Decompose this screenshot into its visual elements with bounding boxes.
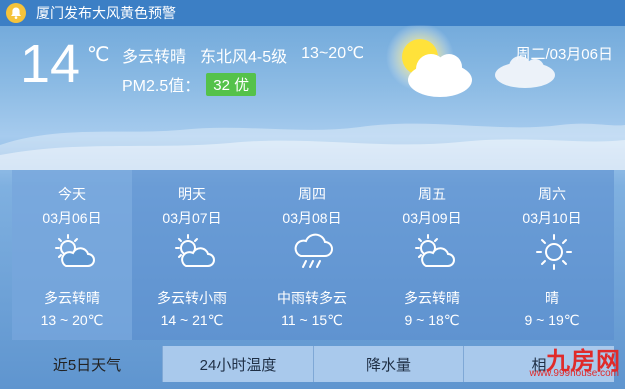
day-condition: 晴	[545, 290, 559, 306]
day-date: 03月09日	[402, 210, 462, 226]
day-condition: 多云转小雨	[157, 290, 227, 306]
forecast-day[interactable]: 周六 03月10日 晴 9 ~ 19℃	[492, 170, 612, 340]
day-temperature-range: 9 ~ 19℃	[524, 312, 580, 328]
current-condition: 多云转晴	[122, 49, 187, 66]
day-condition: 多云转晴	[44, 290, 100, 306]
tab-5-day-weather[interactable]: 近5日天气	[12, 346, 162, 382]
day-temperature-range: 9 ~ 18℃	[404, 312, 460, 328]
day-date: 03月10日	[522, 210, 582, 226]
day-date: 03月08日	[282, 210, 342, 226]
bell-icon	[6, 3, 26, 23]
forecast-day[interactable]: 周五 03月09日 多云转晴 9 ~ 18℃	[372, 170, 492, 340]
day-name: 周六	[538, 186, 566, 202]
day-temperature-range: 14 ~ 21℃	[160, 312, 224, 328]
day-name: 周五	[418, 186, 446, 202]
rain-icon	[294, 233, 333, 268]
forecast-day[interactable]: 今天 03月06日 多云转晴 13 ~ 20℃	[12, 170, 132, 340]
current-range: 13~20℃	[301, 45, 365, 62]
day-name: 周四	[298, 186, 326, 202]
sun-icon	[536, 234, 572, 270]
day-date: 03月07日	[162, 210, 222, 226]
tab-precipitation[interactable]: 降水量	[313, 346, 463, 382]
current-temperature: 14	[20, 34, 81, 94]
partly-cloudy-icon	[415, 234, 455, 267]
day-condition: 多云转晴	[404, 290, 460, 306]
day-name: 明天	[178, 186, 206, 202]
sun-cloud-icon	[386, 25, 555, 97]
day-name: 今天	[58, 186, 86, 202]
day-temperature-range: 11 ~ 15℃	[281, 312, 343, 328]
forecast-day[interactable]: 周四 03月08日 中雨转多云 11 ~ 15℃	[252, 170, 372, 340]
day-condition: 中雨转多云	[277, 290, 347, 306]
partly-cloudy-icon	[55, 234, 95, 267]
temperature-unit: ℃	[87, 44, 110, 66]
current-conditions: 多云转晴 东北风4-5级 13~20℃	[122, 43, 364, 67]
forecast-panel: 今天 03月06日 多云转晴 13 ~ 20℃ 明天 03月07日 多云转小雨 …	[12, 170, 614, 340]
tab-24h-temperature[interactable]: 24小时温度	[162, 346, 313, 382]
alert-text[interactable]: 厦门发布大风黄色预警	[36, 3, 176, 23]
pm25-label: PM2.5值：	[122, 78, 201, 95]
watermark-logo: 九房网 www.999house.com	[513, 341, 621, 383]
partly-cloudy-icon	[175, 234, 215, 267]
pm25-line: PM2.5值： 32 优	[122, 72, 257, 96]
current-wind: 东北风4-5级	[200, 49, 288, 66]
alert-bar[interactable]: 厦门发布大风黄色预警	[0, 0, 625, 26]
watermark-url: www.999house.com	[529, 368, 620, 379]
day-temperature-range: 13 ~ 20℃	[40, 312, 104, 328]
forecast-day[interactable]: 明天 03月07日 多云转小雨 14 ~ 21℃	[132, 170, 252, 340]
cloud-band	[0, 123, 625, 170]
day-date: 03月06日	[42, 210, 102, 226]
aqi-badge: 32 优	[206, 72, 257, 96]
